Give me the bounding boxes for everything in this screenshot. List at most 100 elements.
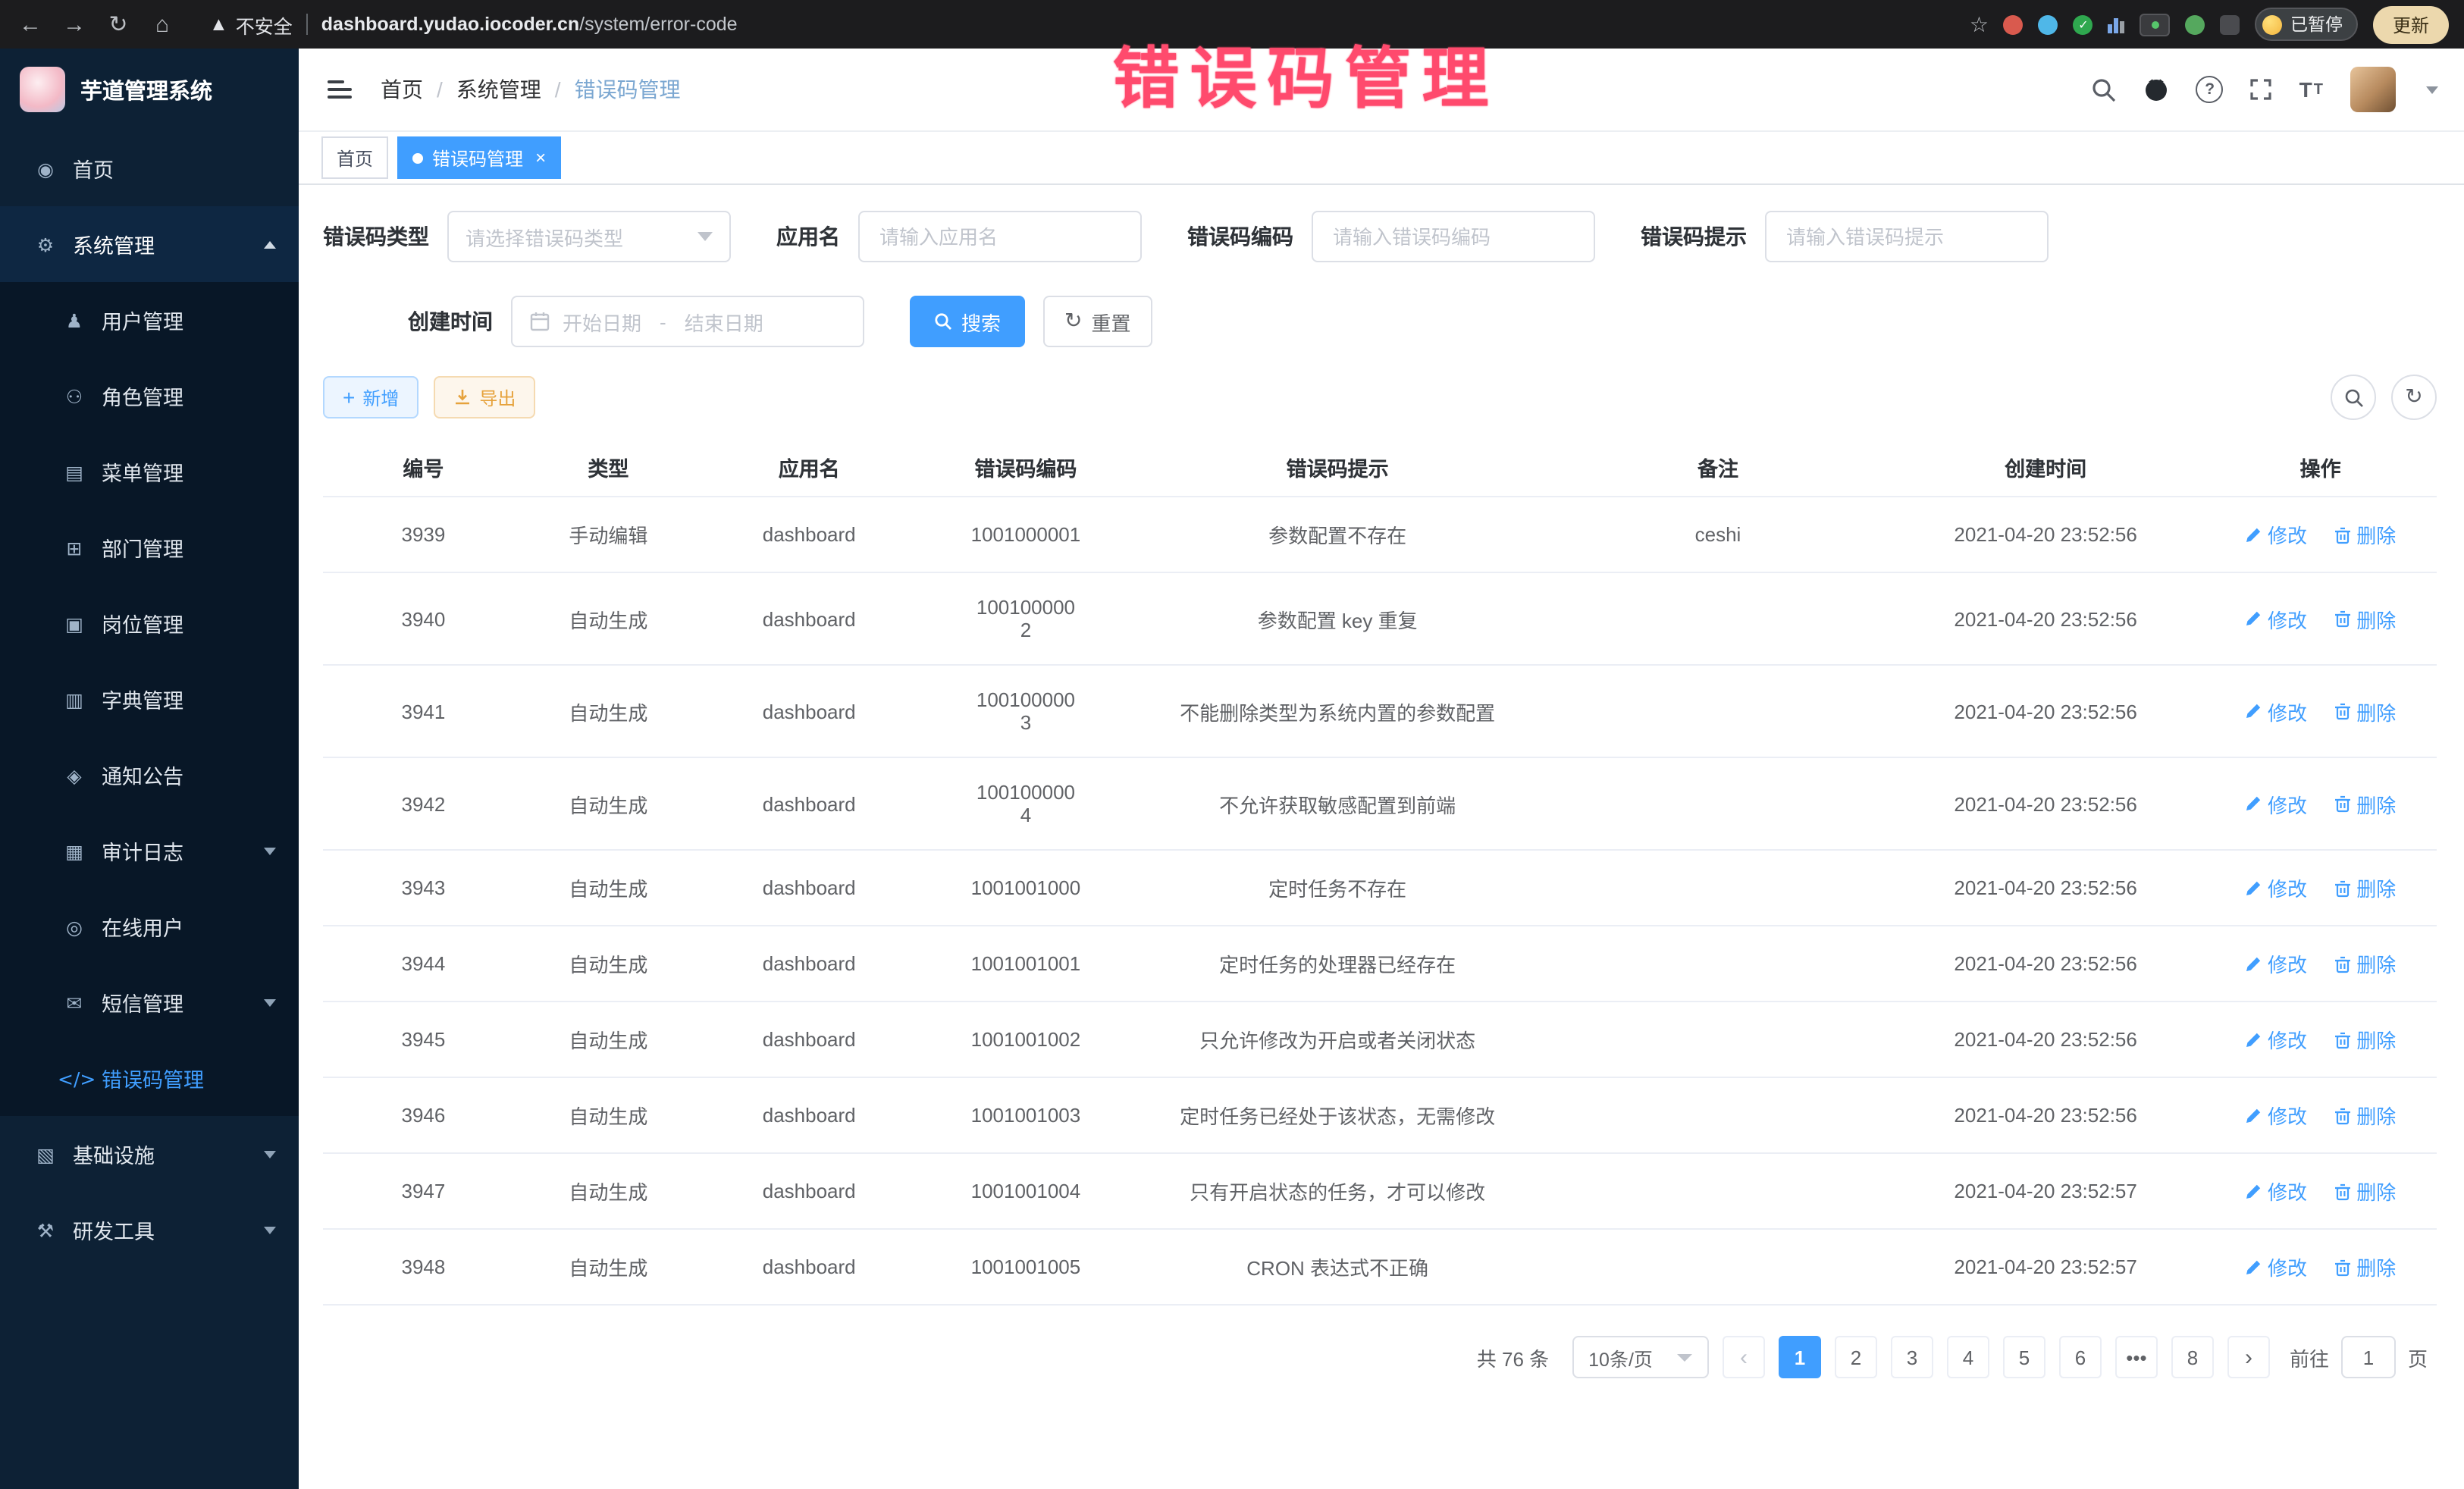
- edit-button[interactable]: 修改: [2245, 697, 2307, 726]
- table-row: 3944 自动生成 dashboard 1001001001 定时任务的处理器已…: [323, 926, 2437, 1002]
- sidebar-item-dept[interactable]: ⊞ 部门管理: [0, 509, 299, 585]
- pencil-icon: [2245, 1258, 2263, 1276]
- delete-button[interactable]: 删除: [2334, 873, 2396, 902]
- error-msg-input[interactable]: [1783, 224, 2030, 249]
- back-icon[interactable]: ←: [15, 11, 45, 37]
- hamburger-icon[interactable]: [324, 74, 355, 105]
- prev-page-button[interactable]: ‹: [1723, 1336, 1765, 1378]
- user-icon: ♟: [58, 309, 91, 331]
- page-button-2[interactable]: 2: [1835, 1336, 1877, 1378]
- edit-button[interactable]: 修改: [2245, 520, 2307, 549]
- cell-id: 3947: [323, 1153, 524, 1229]
- page-size-select[interactable]: 10条/页: [1572, 1336, 1709, 1378]
- dept-tree-icon: ⊞: [58, 536, 91, 559]
- sidebar-item-menu[interactable]: ▤ 菜单管理: [0, 434, 299, 509]
- edit-button[interactable]: 修改: [2245, 604, 2307, 633]
- app-name-input[interactable]: [876, 224, 1124, 249]
- next-page-button[interactable]: ›: [2227, 1336, 2270, 1378]
- page-button-1[interactable]: 1: [1779, 1336, 1821, 1378]
- security-chip[interactable]: ▲ 不安全: [209, 10, 293, 39]
- breadcrumb-home[interactable]: 首页: [381, 74, 423, 105]
- avatar-caret-icon[interactable]: [2426, 86, 2438, 93]
- update-button[interactable]: 更新: [2373, 5, 2449, 43]
- error-type-select[interactable]: 请选择错误码类型: [447, 211, 731, 262]
- toggle-search-button[interactable]: [2331, 375, 2376, 420]
- edit-button[interactable]: 修改: [2245, 1025, 2307, 1054]
- bookmark-star-icon[interactable]: ☆: [1970, 11, 1989, 37]
- sidebar-item-notice[interactable]: ◈ 通知公告: [0, 737, 299, 813]
- delete-button[interactable]: 删除: [2334, 520, 2396, 549]
- home-icon[interactable]: ⌂: [147, 11, 177, 37]
- goto-label: 前往: [2290, 1343, 2329, 1371]
- sidebar-item-error-code[interactable]: </> 错误码管理: [0, 1040, 299, 1116]
- export-button[interactable]: 导出: [434, 376, 535, 418]
- page-button-5[interactable]: 5: [2003, 1336, 2045, 1378]
- sidebar-item-dict[interactable]: ▥ 字典管理: [0, 661, 299, 737]
- close-icon[interactable]: ×: [535, 149, 546, 167]
- logo[interactable]: 芋道管理系统: [0, 49, 299, 130]
- page-button-8[interactable]: 8: [2171, 1336, 2214, 1378]
- edit-button[interactable]: 修改: [2245, 1101, 2307, 1130]
- extension-bars-icon[interactable]: [2108, 15, 2125, 33]
- extensions-puzzle-icon[interactable]: [2221, 14, 2240, 34]
- paused-badge[interactable]: 已暂停: [2256, 8, 2358, 41]
- user-avatar[interactable]: [2350, 67, 2396, 112]
- goto-page-input[interactable]: [2341, 1336, 2396, 1378]
- sidebar-item-online-user[interactable]: ◎ 在线用户: [0, 889, 299, 964]
- extension-check-icon[interactable]: ✓: [2074, 14, 2093, 34]
- delete-button[interactable]: 删除: [2334, 1025, 2396, 1054]
- edit-button[interactable]: 修改: [2245, 873, 2307, 902]
- extension-red-icon[interactable]: [2004, 14, 2024, 34]
- page-button-3[interactable]: 3: [1891, 1336, 1933, 1378]
- cell-remark: [1549, 665, 1887, 757]
- delete-button[interactable]: 删除: [2334, 1177, 2396, 1205]
- search-icon[interactable]: [2092, 77, 2118, 102]
- extension-drop-icon[interactable]: [2039, 14, 2058, 34]
- delete-button[interactable]: 删除: [2334, 697, 2396, 726]
- breadcrumb-system[interactable]: 系统管理: [456, 74, 541, 105]
- edit-button[interactable]: 修改: [2245, 789, 2307, 818]
- sidebar-item-dev-tools[interactable]: ⚒ 研发工具: [0, 1192, 299, 1268]
- logo-title: 芋道管理系统: [80, 74, 212, 105]
- sidebar-item-infra[interactable]: ▧ 基础设施: [0, 1116, 299, 1192]
- cell-code: 1001001001: [926, 926, 1127, 1002]
- total-count: 共 76 条: [1477, 1343, 1549, 1371]
- date-range-picker[interactable]: 开始日期 - 结束日期: [511, 296, 864, 347]
- edit-button[interactable]: 修改: [2245, 949, 2307, 978]
- table-header-row: 编号 类型 应用名 错误码编码 错误码提示 备注 创建时间 操作: [323, 438, 2437, 497]
- add-button[interactable]: + 新增: [323, 376, 419, 418]
- pager-ellipsis[interactable]: •••: [2115, 1336, 2158, 1378]
- delete-button[interactable]: 删除: [2334, 949, 2396, 978]
- page-button-4[interactable]: 4: [1947, 1336, 1989, 1378]
- page-button-6[interactable]: 6: [2059, 1336, 2102, 1378]
- sidebar-item-post[interactable]: ▣ 岗位管理: [0, 585, 299, 661]
- refresh-table-button[interactable]: ↻: [2391, 375, 2437, 420]
- forward-icon[interactable]: →: [59, 11, 89, 37]
- delete-button[interactable]: 删除: [2334, 1252, 2396, 1281]
- delete-button[interactable]: 删除: [2334, 604, 2396, 633]
- sidebar-item-sms[interactable]: ✉ 短信管理: [0, 964, 299, 1040]
- sidebar-item-system[interactable]: ⚙ 系统管理: [0, 206, 299, 282]
- extension-badge-icon[interactable]: [2140, 13, 2171, 36]
- tab-home[interactable]: 首页: [321, 136, 388, 179]
- address-bar[interactable]: dashboard.yudao.iocoder.cn/system/error-…: [321, 14, 738, 35]
- reload-icon[interactable]: ↻: [103, 11, 133, 38]
- sidebar-item-home[interactable]: ◉ 首页: [0, 130, 299, 206]
- tab-error-code[interactable]: 错误码管理 ×: [397, 136, 561, 179]
- github-icon[interactable]: [2143, 76, 2171, 103]
- reset-button[interactable]: ↻ 重置: [1043, 296, 1152, 347]
- edit-button[interactable]: 修改: [2245, 1252, 2307, 1281]
- edit-button[interactable]: 修改: [2245, 1177, 2307, 1205]
- help-icon[interactable]: ?: [2196, 76, 2224, 103]
- fullscreen-icon[interactable]: [2249, 77, 2274, 102]
- delete-button[interactable]: 删除: [2334, 789, 2396, 818]
- error-code-input[interactable]: [1330, 224, 1577, 249]
- cell-actions: 修改 删除: [2204, 850, 2437, 926]
- search-button[interactable]: 搜索: [910, 296, 1025, 347]
- font-size-icon[interactable]: TT: [2299, 77, 2324, 102]
- extension-leaf-icon[interactable]: [2186, 14, 2205, 34]
- sidebar-item-audit-log[interactable]: ▦ 审计日志: [0, 813, 299, 889]
- delete-button[interactable]: 删除: [2334, 1101, 2396, 1130]
- sidebar-item-user[interactable]: ♟ 用户管理: [0, 282, 299, 358]
- sidebar-item-role[interactable]: ⚇ 角色管理: [0, 358, 299, 434]
